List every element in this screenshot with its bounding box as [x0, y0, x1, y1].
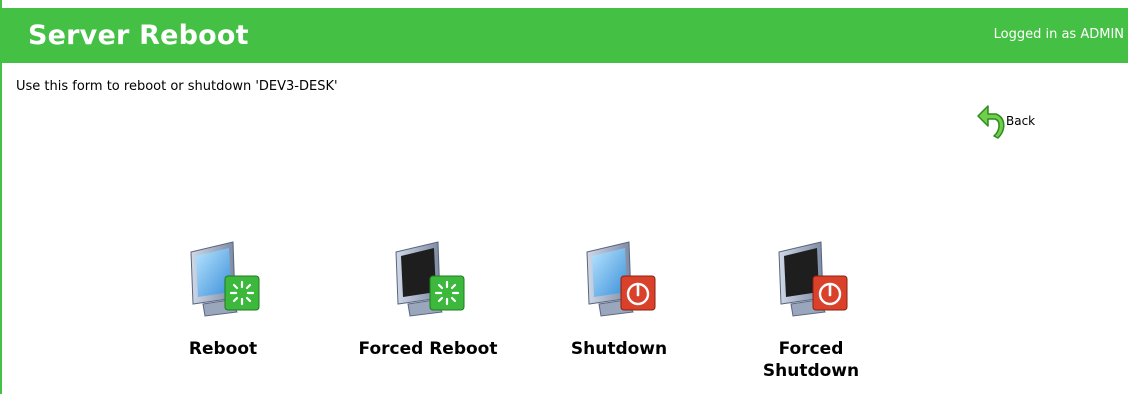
reboot-label: Reboot — [188, 339, 258, 359]
forced-shutdown-label: Forced Shutdown — [762, 339, 860, 381]
back-arrow-icon — [977, 105, 1005, 139]
forced-reboot-icon — [395, 241, 465, 317]
shutdown-label: Shutdown — [570, 339, 668, 359]
login-status: Logged in as ADMIN — [993, 27, 1124, 42]
forced-shutdown-icon — [778, 241, 848, 317]
shutdown-button[interactable]: Shutdown — [544, 238, 694, 360]
instructions-text: Use this form to reboot or shutdown 'DEV… — [16, 79, 338, 94]
back-button[interactable]: Back — [976, 94, 1056, 140]
reboot-icon — [190, 241, 260, 317]
forced-reboot-button[interactable]: Forced Reboot — [353, 238, 503, 360]
forced-shutdown-button[interactable]: Forced Shutdown — [736, 238, 886, 382]
page-title: Server Reboot — [28, 20, 249, 51]
back-label: Back — [1006, 114, 1036, 128]
reboot-button[interactable]: Reboot — [148, 238, 298, 360]
header-bar: Server Reboot Logged in as ADMIN — [0, 8, 1128, 63]
forced-reboot-label: Forced Reboot — [358, 339, 498, 359]
shutdown-icon — [586, 241, 656, 317]
